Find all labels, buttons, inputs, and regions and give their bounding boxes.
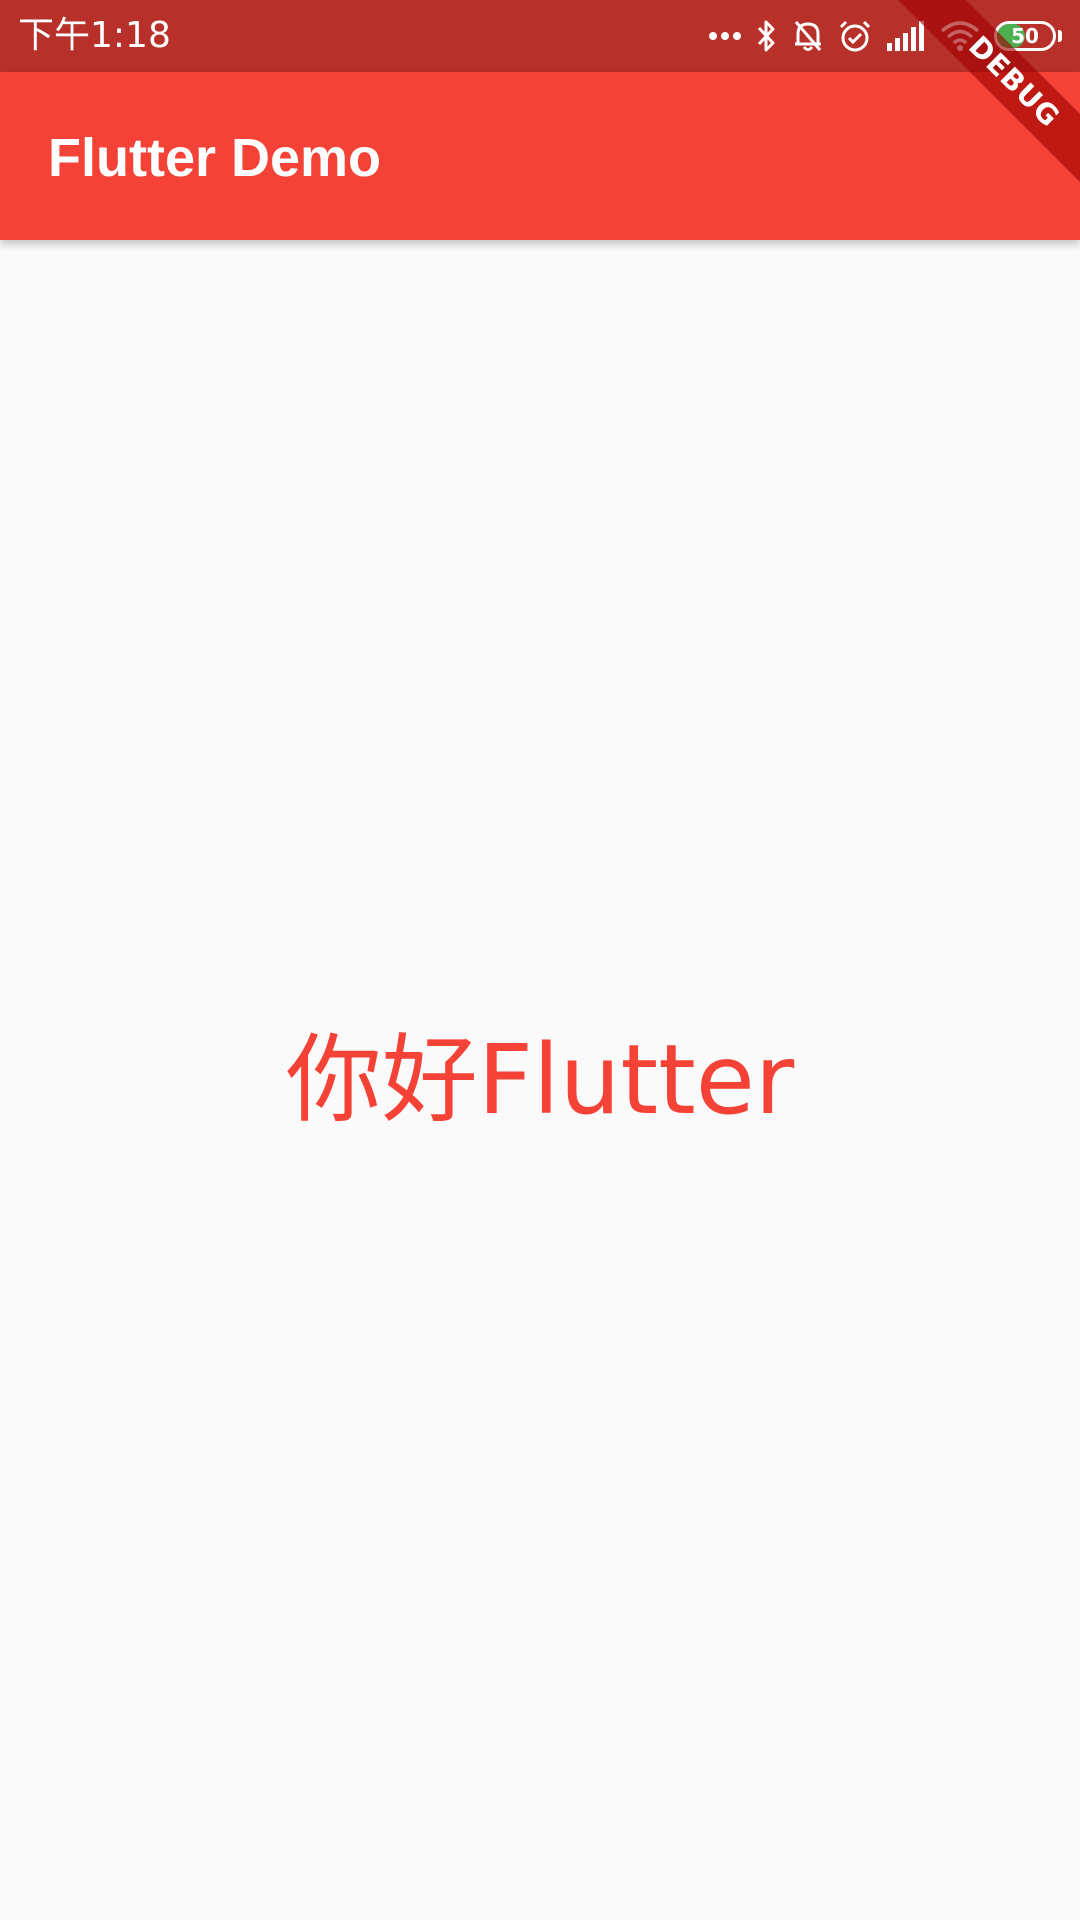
bluetooth-icon — [756, 19, 778, 53]
battery-icon: 50 — [994, 21, 1062, 51]
bell-off-icon — [792, 19, 824, 53]
battery-tip — [1058, 30, 1062, 42]
status-time: 下午1:18 — [18, 15, 171, 56]
app-bar-title: Flutter Demo — [48, 128, 382, 188]
alarm-icon — [838, 19, 872, 53]
signal-icon — [886, 21, 926, 51]
main-body: 你好Flutter — [0, 240, 1080, 1920]
app-screen: 下午1:18 50 Flutter Demo DEBUG 你好Flutter — [0, 0, 1080, 1920]
wifi-icon — [940, 21, 980, 51]
battery-level: 50 — [1011, 24, 1039, 48]
status-bar: 下午1:18 50 — [0, 0, 1080, 72]
app-bar: Flutter Demo — [0, 72, 1080, 240]
battery-body: 50 — [994, 21, 1056, 51]
center-greeting-text: 你好Flutter — [285, 1024, 795, 1136]
status-icons: 50 — [694, 16, 1062, 56]
more-dots-icon — [708, 31, 742, 41]
